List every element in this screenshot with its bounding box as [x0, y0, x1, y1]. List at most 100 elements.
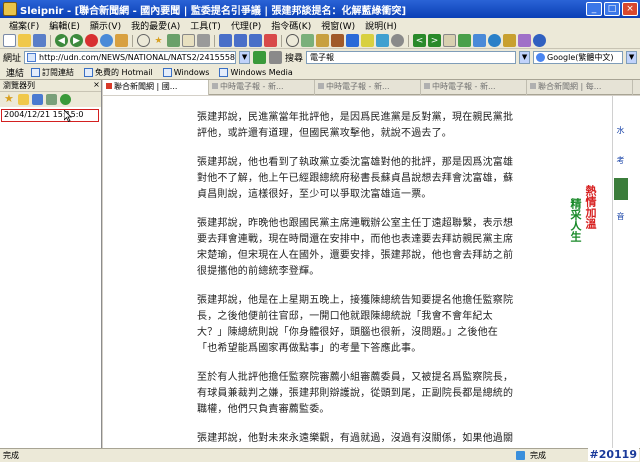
right-ad-strip[interactable]: 水 考 音: [612, 96, 640, 448]
main-toolbar: ◀ ▶ ★ < >: [0, 33, 640, 49]
activex-toggle-icon[interactable]: [346, 34, 359, 47]
tab-bar: 聯合新聞網 | 國... 中時電子報 - 新... 中時電子報 - 新... 中…: [103, 80, 640, 95]
menu-file[interactable]: 檔案(F): [4, 19, 44, 32]
side-ad[interactable]: 水 考 音: [613, 124, 629, 344]
script-toggle-icon[interactable]: [316, 34, 329, 47]
search-input[interactable]: 電子報: [306, 50, 517, 64]
tile-icon[interactable]: [234, 34, 247, 47]
tab-label: 中時電子報 - 新...: [220, 82, 284, 91]
save-icon[interactable]: [33, 34, 46, 47]
link-windows-media[interactable]: Windows Media: [216, 67, 295, 77]
tab-list-icon[interactable]: [443, 34, 456, 47]
mouse-cursor-icon: [64, 110, 72, 122]
side-ad-text-2: 考: [616, 156, 625, 164]
forward-icon[interactable]: ▶: [70, 34, 83, 47]
engine-dropdown-arrow[interactable]: ▼: [626, 50, 638, 64]
tab-udn-daily[interactable]: 聯合新聞網 | 每...: [527, 80, 633, 95]
gear-icon[interactable]: [391, 34, 404, 47]
article-paragraph: 張建邦說，民進黨當年批評他，是因爲民進黨是反對黨，現在親民黨批評他，或許還有道理…: [197, 112, 514, 139]
lock-icon[interactable]: [503, 34, 516, 47]
article-paragraph: 張建邦說，他也看到了執政黨立委沈富雄對他的批評，那是因爲沈富雄對他不了解，他上午…: [197, 157, 514, 200]
link-hotmail[interactable]: 免費的 Hotmail: [81, 67, 156, 78]
maximize-button[interactable]: □: [604, 2, 620, 16]
tab-chinatimes-3[interactable]: 中時電子報 - 新...: [421, 80, 527, 95]
sidebar-title: 瀏覽器列: [3, 81, 35, 90]
zoom-icon[interactable]: [286, 34, 299, 47]
plugin-icon[interactable]: [518, 34, 531, 47]
menu-favorites[interactable]: 我的最愛(A): [126, 19, 185, 32]
status-text: 完成: [3, 451, 19, 460]
fullscreen-icon[interactable]: [458, 34, 471, 47]
tab-chinatimes-2[interactable]: 中時電子報 - 新...: [315, 80, 421, 95]
stop-icon[interactable]: [85, 34, 98, 47]
popup-block-icon[interactable]: [361, 34, 374, 47]
cascade-icon[interactable]: [219, 34, 232, 47]
tab-chinatimes-1[interactable]: 中時電子報 - 新...: [209, 80, 315, 95]
search-engine-select[interactable]: Google(繁體中文): [533, 50, 624, 64]
history-icon[interactable]: [167, 34, 180, 47]
close-all-icon[interactable]: [264, 34, 277, 47]
clipboard-icon[interactable]: [46, 94, 57, 105]
menu-proxy[interactable]: 代理(P): [226, 19, 266, 32]
tab-page-icon: [212, 83, 218, 89]
home-icon[interactable]: [115, 34, 128, 47]
java-toggle-icon[interactable]: [331, 34, 344, 47]
history-clock-icon[interactable]: [32, 94, 43, 105]
toolbar-divider: [132, 34, 133, 47]
tab-page-icon: [424, 83, 430, 89]
open-folder-icon[interactable]: [18, 34, 31, 47]
menu-view[interactable]: 顯示(V): [85, 19, 126, 32]
folder-icon[interactable]: [18, 94, 29, 105]
proxy-icon[interactable]: [376, 34, 389, 47]
new-page-icon[interactable]: [3, 34, 16, 47]
side-ad-text-1: 水: [616, 126, 625, 134]
search-dropdown-arrow[interactable]: ▼: [519, 50, 531, 64]
article-paragraph: 至於有人批評他擔任監察院審薦小組審薦委員，又被提名爲監察院長，有球員兼裁判之嫌，…: [197, 372, 514, 415]
tab-label: 中時電子報 - 新...: [326, 82, 390, 91]
tab-udn-national[interactable]: 聯合新聞網 | 國...: [103, 80, 209, 95]
page-forward-icon[interactable]: >: [428, 34, 441, 47]
image-toggle-icon[interactable]: [301, 34, 314, 47]
promo-text-2: 熱情加溫: [584, 185, 597, 229]
menu-help[interactable]: 說明(H): [360, 19, 402, 32]
menu-script[interactable]: 指令碼(K): [266, 19, 316, 32]
link-label: Windows: [173, 67, 210, 77]
sidebar-close-icon[interactable]: ×: [92, 81, 101, 90]
url-input[interactable]: http://udn.com/NEWS/NATIONAL/NATS2/24155…: [24, 50, 237, 64]
menu-edit[interactable]: 編輯(E): [44, 19, 85, 32]
tile-vertical-icon[interactable]: [249, 34, 262, 47]
minimize-button[interactable]: _: [586, 2, 602, 16]
address-options-icon[interactable]: [269, 50, 283, 64]
page-content[interactable]: 張建邦說，民進黨當年批評他，是因爲民進黨是反對黨，現在親民黨批評他，或許還有道理…: [103, 96, 612, 448]
menu-window[interactable]: 視窗(W): [316, 19, 360, 32]
link-page-icon: [162, 67, 172, 77]
go-icon[interactable]: [253, 50, 267, 64]
print-icon[interactable]: [197, 34, 210, 47]
earth-icon[interactable]: [488, 34, 501, 47]
refresh-icon[interactable]: [100, 34, 113, 47]
mail-icon[interactable]: [182, 34, 195, 47]
link-label: 訂閱連結: [42, 67, 75, 77]
back-icon[interactable]: ◀: [55, 34, 68, 47]
refresh-sidebar-icon[interactable]: [60, 94, 71, 105]
info-icon[interactable]: [533, 34, 546, 47]
address-bar: 網址 http://udn.com/NEWS/NATIONAL/NATS2/24…: [0, 49, 640, 65]
link-windows[interactable]: Windows: [160, 67, 213, 77]
sleipnir-app-icon[interactable]: [3, 2, 17, 16]
side-ad-text-3: 音: [616, 212, 625, 220]
menu-tools[interactable]: 工具(T): [185, 19, 226, 32]
promo-banner[interactable]: 精采人生 熱情加溫: [566, 183, 608, 271]
close-button[interactable]: ×: [622, 2, 638, 16]
search-label: 搜尋: [285, 53, 304, 64]
search-engine-label: Google(繁體中文): [547, 52, 614, 62]
url-dropdown-arrow[interactable]: ▼: [239, 50, 251, 64]
favorites-star-icon[interactable]: ★: [4, 93, 15, 105]
sidebar-toggle-icon[interactable]: [473, 34, 486, 47]
favorites-icon[interactable]: ★: [152, 34, 165, 47]
search-icon[interactable]: [137, 34, 150, 47]
title-bar[interactable]: Sleipnir - [聯合新聞網 - 國內要聞 | 監委提名引爭議 | 張建邦…: [0, 0, 640, 18]
link-subscribe[interactable]: 訂閱連結: [28, 67, 77, 78]
history-entry[interactable]: 2004/12/21 15:15:0: [1, 109, 99, 122]
page-back-icon[interactable]: <: [413, 34, 426, 47]
window-title: Sleipnir - [聯合新聞網 - 國內要聞 | 監委提名引爭議 | 張建邦…: [20, 5, 407, 17]
